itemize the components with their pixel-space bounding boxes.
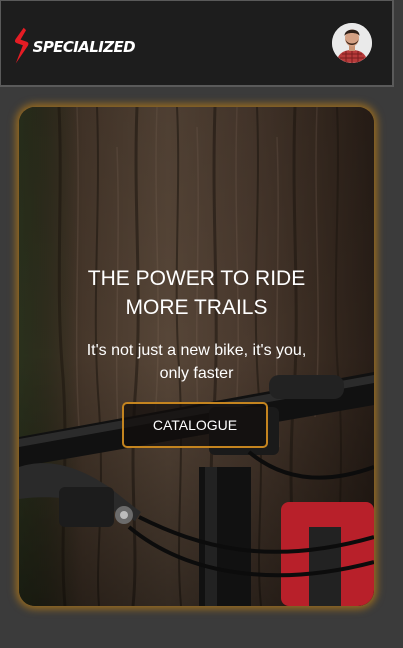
hero-title: THE POWER TO RIDE MORE TRAILS xyxy=(87,267,306,319)
brand-name: SPECIALIZED xyxy=(32,38,136,56)
specialized-s-logo-icon xyxy=(14,27,29,64)
brand-logo[interactable]: SPECIALIZED xyxy=(11,21,136,71)
catalogue-button[interactable]: CATALOGUE xyxy=(122,402,268,448)
site-header: SPECIALIZED xyxy=(0,0,394,87)
hero-subtitle: It's not just a new bike, it's you, only… xyxy=(86,342,307,382)
user-avatar-icon[interactable] xyxy=(332,23,372,63)
hero-banner: THE POWER TO RIDE MORE TRAILS It's not j… xyxy=(19,107,374,606)
